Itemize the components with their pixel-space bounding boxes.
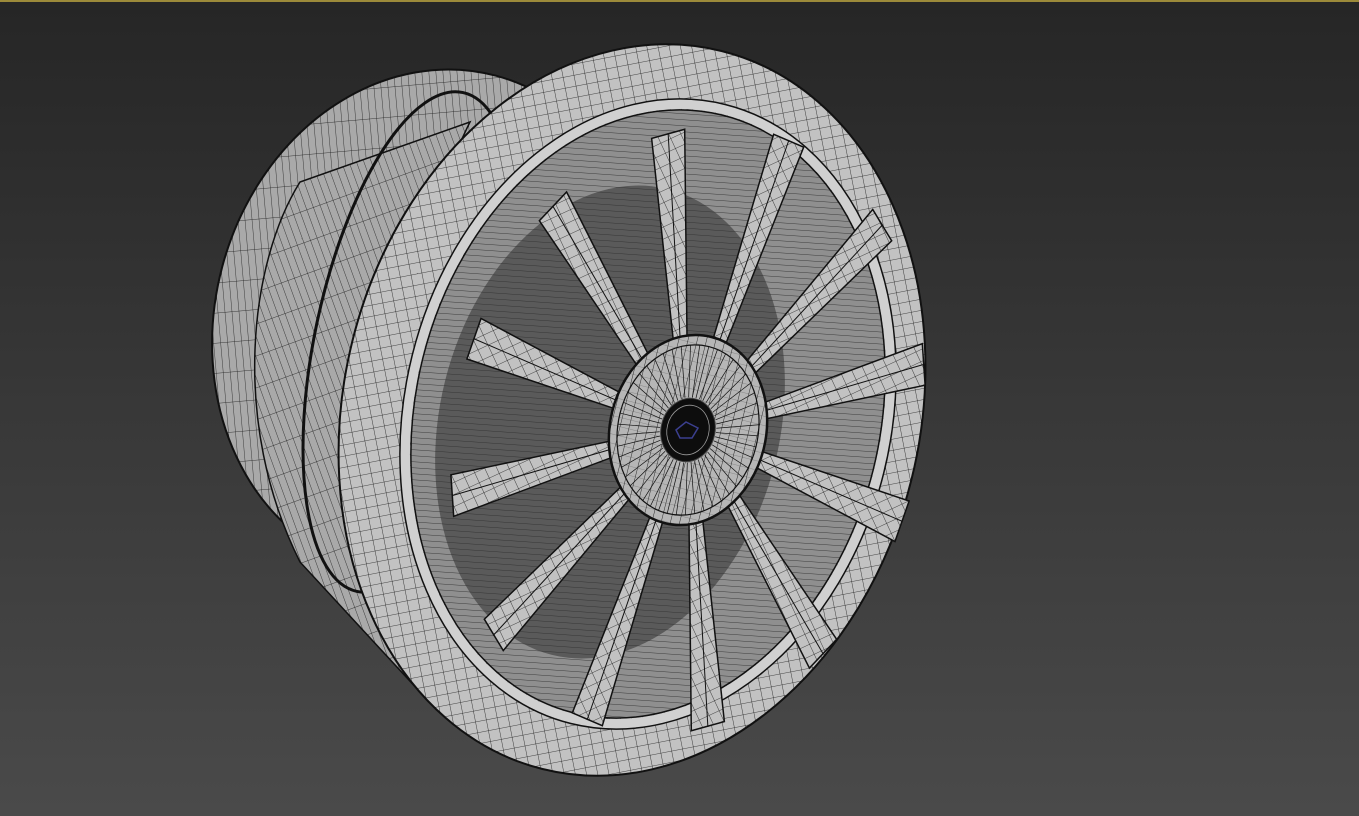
viewport-scene[interactable] [0, 2, 1359, 816]
3d-viewport[interactable] [0, 0, 1359, 816]
